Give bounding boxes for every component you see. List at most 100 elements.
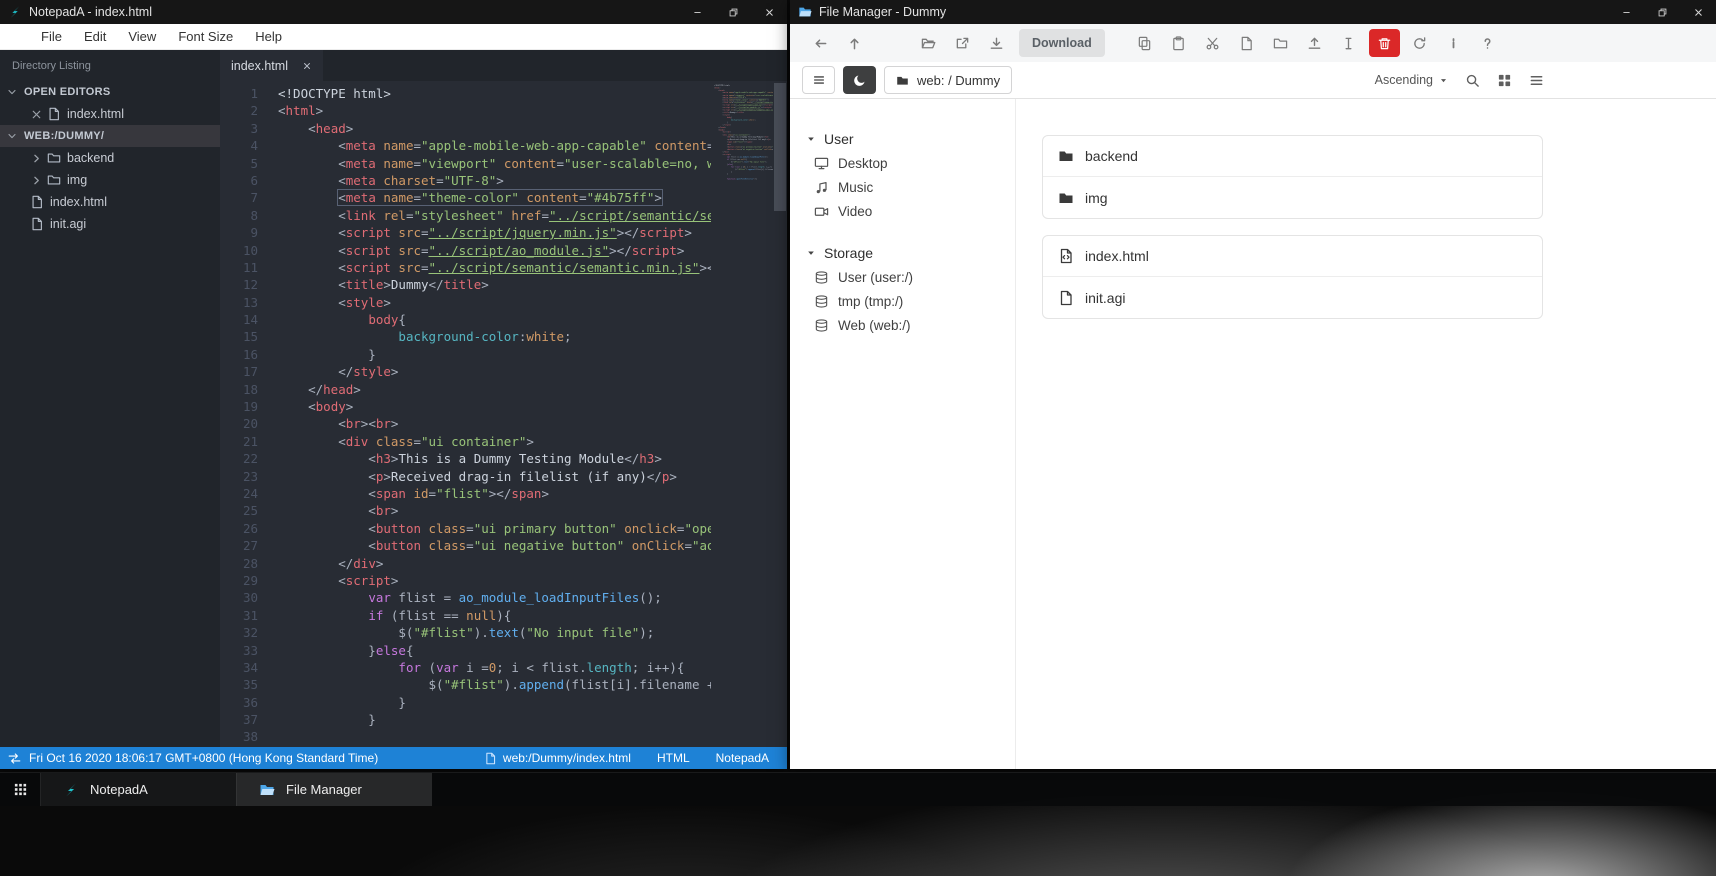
delete-button[interactable] — [1368, 29, 1400, 57]
directory-listing-label: Directory Listing — [12, 60, 91, 72]
minimap[interactable]: <!DOCTYPE html> <html> <head> <meta name=… — [711, 81, 773, 747]
file-icon — [30, 195, 44, 209]
taskbar-item-notepada[interactable]: NotepadA — [40, 773, 236, 806]
file-manager-sidebar: User Desktop Music Video Storage User (user:/… — [790, 99, 1016, 769]
open-button[interactable] — [912, 28, 945, 58]
tab-index-html[interactable]: index.html — [220, 50, 323, 81]
new-folder-button[interactable] — [1264, 28, 1297, 58]
download-icon-button[interactable] — [980, 28, 1013, 58]
help-button[interactable] — [1471, 28, 1504, 58]
notepada-window-title: NotepadA - index.html — [29, 5, 152, 19]
menu-file[interactable]: File — [30, 24, 73, 49]
notepada-titlebar[interactable]: NotepadA - index.html — [0, 0, 787, 24]
list-view-icon[interactable] — [1529, 73, 1544, 88]
sidebar-item-video[interactable]: Video — [790, 199, 1015, 223]
moon-icon — [853, 73, 867, 87]
editor: index.html 1 2 3 4 5 6 7 8 9 10 11 12 13 14 15 16 17 18 19… — [220, 50, 787, 762]
close-icon — [30, 108, 43, 121]
rename-button[interactable] — [1332, 28, 1365, 58]
notepada-minimize-button[interactable] — [679, 0, 715, 24]
editor-scrollbar[interactable] — [773, 81, 787, 747]
chevron-right-icon — [30, 174, 43, 187]
apps-grid-icon — [13, 782, 28, 797]
file-row-backend[interactable]: backend — [1043, 136, 1542, 177]
sidebar-section-storage[interactable]: Storage — [790, 241, 1015, 265]
tree-item-img[interactable]: img — [0, 169, 220, 191]
cut-icon — [1205, 36, 1220, 51]
sidebar-item-web-web[interactable]: Web (web:/) — [790, 313, 1015, 337]
sidebar-item-desktop[interactable]: Desktop — [790, 151, 1015, 175]
desktop-icon — [814, 156, 829, 171]
menu-toggle-button[interactable] — [802, 66, 835, 94]
grid-view-icon[interactable] — [1497, 73, 1512, 88]
new-file-icon — [1239, 36, 1254, 51]
taskbar-items: NotepadA File Manager — [40, 773, 432, 806]
statusbar-file-path: web:/Dummy/index.html — [502, 751, 631, 765]
taskbar-item-file-manager[interactable]: File Manager — [236, 773, 432, 806]
copy-icon — [1137, 36, 1152, 51]
tree-section-open-editors[interactable]: OPEN EDITORS — [0, 81, 220, 103]
music-icon — [814, 180, 829, 195]
dark-mode-button[interactable] — [843, 66, 876, 94]
file-group: backend img — [1042, 135, 1543, 219]
app-launcher-button[interactable] — [0, 773, 40, 806]
file-manager-close-button[interactable] — [1680, 0, 1716, 24]
tree-item-index-html[interactable]: index.html — [0, 103, 220, 125]
new-folder-icon — [1273, 36, 1288, 51]
refresh-button[interactable] — [1403, 28, 1436, 58]
download-button[interactable]: Download — [1019, 29, 1105, 57]
statusbar-language[interactable]: HTML — [657, 751, 690, 765]
file-manager-toolbar: Download — [790, 24, 1716, 62]
sidebar-item-user-user[interactable]: User (user:/) — [790, 265, 1015, 289]
code-area[interactable]: <!DOCTYPE html> <html> <head> <meta name=… — [270, 81, 711, 747]
menu-help[interactable]: Help — [244, 24, 293, 49]
file-manager-restore-button[interactable] — [1644, 0, 1680, 24]
file-name: backend — [1085, 148, 1138, 164]
file-row-img[interactable]: img — [1043, 177, 1542, 218]
breadcrumb[interactable]: web: / Dummy — [884, 66, 1013, 94]
new-file-button[interactable] — [1230, 28, 1263, 58]
back-button[interactable] — [804, 28, 837, 58]
properties-button[interactable] — [1437, 28, 1470, 58]
copy-button[interactable] — [1128, 28, 1161, 58]
sidebar-item-music[interactable]: Music — [790, 175, 1015, 199]
close-tab-icon[interactable] — [302, 61, 312, 71]
menu-edit[interactable]: Edit — [73, 24, 117, 49]
notepada-restore-button[interactable] — [715, 0, 751, 24]
sidebar-section-user[interactable]: User — [790, 127, 1015, 151]
tree-section-web-dummy[interactable]: WEB:/DUMMY/ — [0, 125, 220, 147]
up-button[interactable] — [838, 28, 871, 58]
restore-icon — [1657, 7, 1668, 18]
tree-item-init-agi[interactable]: init.agi — [0, 213, 220, 235]
sort-dropdown[interactable]: Ascending — [1375, 73, 1448, 87]
upload-button[interactable] — [1298, 28, 1331, 58]
view-controls: Ascending — [1375, 73, 1544, 88]
help-icon — [1480, 36, 1495, 51]
search-icon[interactable] — [1465, 73, 1480, 88]
statusbar-file[interactable]: web:/Dummy/index.html — [484, 751, 631, 765]
menu-font-size[interactable]: Font Size — [167, 24, 244, 49]
notepada-close-button[interactable] — [751, 0, 787, 24]
tab-label: index.html — [231, 58, 288, 73]
scrollbar-thumb[interactable] — [774, 83, 786, 211]
file-manager-titlebar[interactable]: File Manager - Dummy — [790, 0, 1716, 24]
tree-item-index-html[interactable]: index.html — [0, 191, 220, 213]
dropdown-icon — [806, 248, 816, 258]
open-in-new-window-button[interactable] — [946, 28, 979, 58]
statusbar-app-name: NotepadA — [715, 751, 769, 765]
file-name: img — [1085, 189, 1108, 206]
file-row-index-html[interactable]: index.html — [1043, 236, 1542, 277]
desktop: NotepadA - index.html File Edit View Font S… — [0, 0, 1716, 876]
line-numbers: 1 2 3 4 5 6 7 8 9 10 11 12 13 14 15 16 17 18 19 20 21 22 23 24 2… — [242, 86, 258, 762]
cut-button[interactable] — [1196, 28, 1229, 58]
sidebar-item-tmp-tmp[interactable]: tmp (tmp:/) — [790, 289, 1015, 313]
menu-view[interactable]: View — [117, 24, 167, 49]
notepada-sidebar: Directory Listing OPEN EDITORS index.html… — [0, 50, 220, 747]
sort-label: Ascending — [1374, 73, 1433, 87]
notepada-menubar: File Edit View Font Size Help — [0, 24, 787, 50]
paste-button[interactable] — [1162, 28, 1195, 58]
file-icon — [30, 217, 44, 231]
file-row-init-agi[interactable]: init.agi — [1043, 277, 1542, 318]
file-manager-minimize-button[interactable] — [1608, 0, 1644, 24]
tree-item-backend[interactable]: backend — [0, 147, 220, 169]
